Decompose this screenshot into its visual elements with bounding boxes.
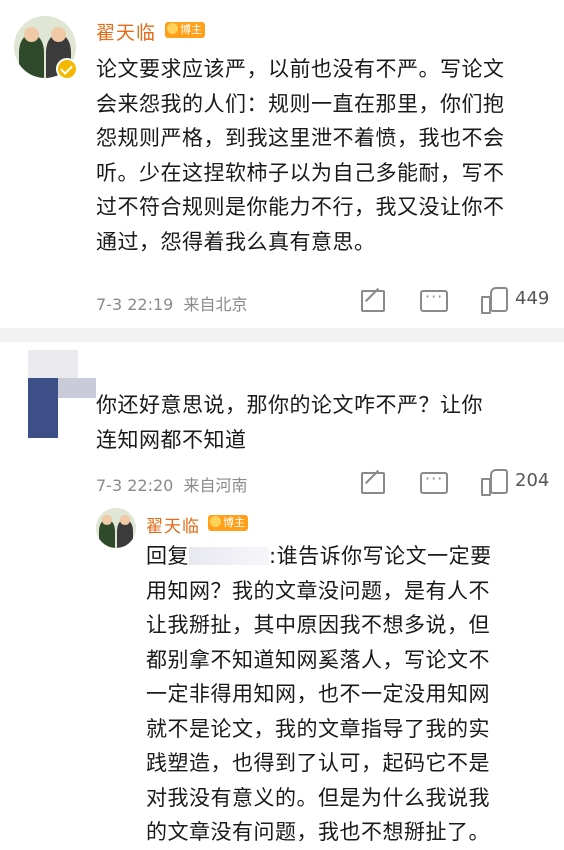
blogger-badge: 博主 [208,515,248,531]
timestamp: 7-3 22:20 [96,476,174,495]
reply-first-line: 回复:谁告诉你写论文一定要 [146,544,492,568]
thumbs-up-icon [481,469,508,496]
location: 来自河南 [183,476,248,495]
like-button[interactable]: 449 [481,287,561,314]
location: 来自北京 [183,295,248,314]
username[interactable]: 翟天临 [96,18,156,45]
comment-icon[interactable] [420,287,448,312]
comment-item: 翟天临 博主 论文要求应该严，以前也没有不严。写论文 会来怨我的人们：规则一直在… [0,0,564,328]
thumbs-up-icon [481,287,508,314]
avatar[interactable] [18,350,96,438]
crown-icon [167,23,178,34]
like-count: 449 [515,288,550,309]
reply-text: 回复:谁告诉你写论文一定要 用知网？我的文章没问题，是有人不 让我掰扯，其中原因… [146,539,538,850]
comment-meta: 7-3 22:19 来自北京 [96,291,248,315]
comment-text: 论文要求应该严，以前也没有不严。写论文 会来怨我的人们：规则一直在那里，你们抱 … [96,57,505,254]
crown-icon [210,516,221,527]
avatar[interactable] [96,508,136,548]
comment-meta: 7-3 22:20 来自河南 [96,472,248,496]
redacted-mention [189,547,269,565]
blogger-badge: 博主 [165,22,205,38]
share-icon[interactable] [361,290,385,312]
divider [0,328,564,342]
like-count: 204 [515,470,550,491]
comment-icon[interactable] [420,469,448,494]
username[interactable]: 翟天临 [146,512,200,537]
share-icon[interactable] [361,472,385,494]
verified-badge-icon [56,58,78,80]
timestamp: 7-3 22:19 [96,295,174,314]
like-button[interactable]: 204 [481,469,561,496]
comment-text: 你还好意思说，那你的论文咋不严？让你 连知网都不知道 [96,393,483,452]
